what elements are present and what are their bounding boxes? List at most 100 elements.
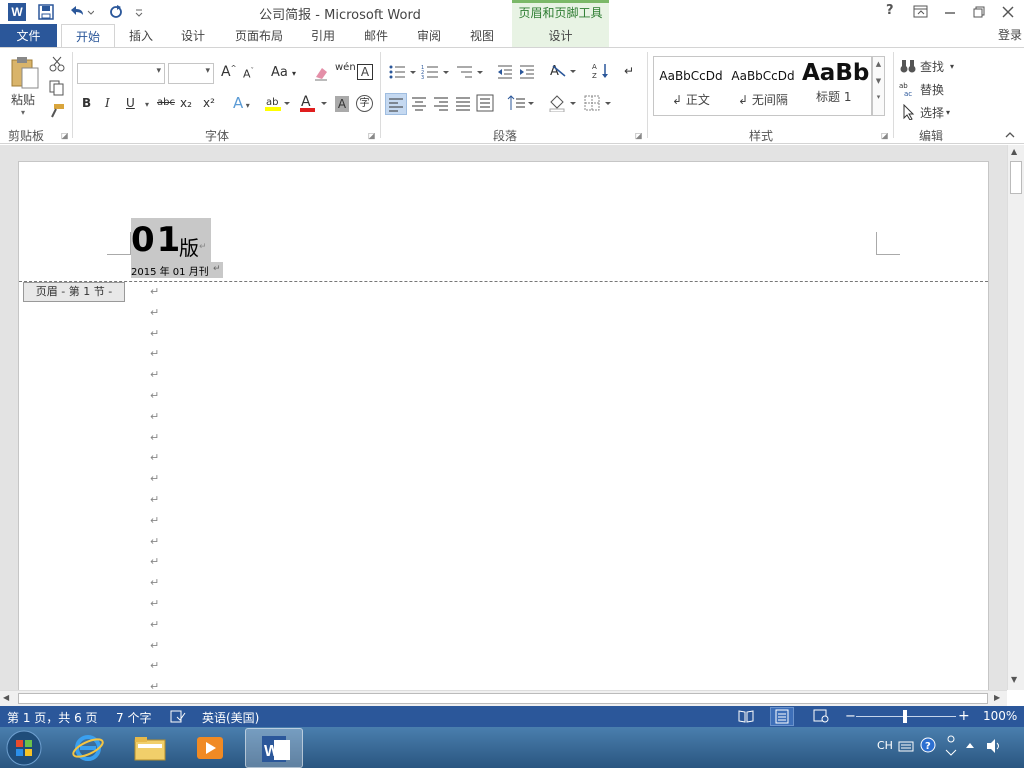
file-explorer-icon[interactable] — [132, 732, 168, 764]
clipboard-launcher-icon[interactable]: ◪ — [61, 131, 69, 140]
borders-icon[interactable] — [583, 94, 613, 112]
sign-in-link[interactable]: 登录 — [998, 26, 1022, 43]
tab-references[interactable]: 引用 — [300, 24, 346, 48]
chinese-layout-icon[interactable]: A — [550, 62, 578, 80]
sort-icon[interactable]: AZ — [592, 62, 610, 80]
scroll-up-icon[interactable]: ▲ — [1011, 147, 1017, 156]
align-center-icon[interactable] — [410, 94, 428, 112]
line-spacing-icon[interactable] — [507, 94, 535, 112]
underline-button[interactable]: U — [126, 96, 135, 110]
help-button[interactable]: ? — [886, 3, 894, 18]
close-icon[interactable] — [1001, 5, 1015, 19]
find-button[interactable]: 查找 ▾ — [899, 57, 965, 75]
header-date[interactable]: 2015 年 01 月刊 — [131, 263, 209, 278]
phonetic-guide-button[interactable]: wén — [335, 62, 356, 73]
word-count[interactable]: 7 个字 — [116, 709, 151, 726]
tab-view[interactable]: 视图 — [459, 24, 505, 48]
select-button[interactable]: 选择 ▾ — [899, 103, 965, 121]
font-size-combo[interactable]: ▾ — [168, 63, 214, 84]
paragraph-launcher-icon[interactable]: ◪ — [635, 131, 643, 140]
paste-label[interactable]: 粘贴 — [11, 91, 35, 108]
subscript-button[interactable]: x₂ — [180, 96, 192, 110]
print-layout-button[interactable] — [770, 707, 794, 726]
language-indicator[interactable]: 英语(美国) — [202, 709, 259, 726]
shading-icon[interactable] — [548, 94, 578, 112]
paste-dropdown-icon[interactable]: ▾ — [21, 108, 25, 117]
zoom-slider-thumb[interactable] — [903, 710, 907, 723]
tab-insert[interactable]: 插入 — [118, 24, 164, 48]
numbering-icon[interactable]: 123 — [421, 64, 451, 80]
increase-indent-icon[interactable] — [518, 64, 536, 80]
highlight-color-icon[interactable]: ab — [264, 94, 290, 112]
multilevel-list-icon[interactable] — [455, 64, 485, 80]
decrease-indent-icon[interactable] — [496, 64, 514, 80]
style-normal[interactable]: AaBbCcDd ↲ 正文 — [656, 57, 726, 115]
align-left-button[interactable] — [385, 93, 407, 115]
scroll-down-icon[interactable]: ▼ — [1011, 675, 1017, 684]
word-taskbar-button[interactable]: W — [245, 728, 303, 768]
superscript-button[interactable]: x² — [203, 96, 215, 110]
scroll-left-icon[interactable]: ◀ — [3, 693, 9, 702]
clear-formatting-icon[interactable] — [313, 65, 329, 81]
volume-icon[interactable] — [985, 738, 1003, 754]
align-right-icon[interactable] — [432, 94, 450, 112]
document-page[interactable]: 01 版 ↵ 2015 年 01 月刊 ↵ 页眉 - 第 1 节 - ↵ ↵ ↵ ↵ ↵… — [18, 161, 989, 690]
strikethrough-button[interactable]: abc — [157, 97, 175, 108]
read-mode-icon[interactable] — [738, 709, 754, 723]
proofing-icon[interactable] — [170, 710, 186, 723]
zoom-level[interactable]: 100% — [983, 709, 1017, 723]
styles-launcher-icon[interactable]: ◪ — [881, 131, 889, 140]
tab-mailings[interactable]: 邮件 — [353, 24, 399, 48]
styles-gallery[interactable]: AaBbCcDd ↲ 正文 AaBbCcDd ↲ 无间隔 AaBb 标题 1 — [653, 56, 872, 116]
tab-home[interactable]: 开始 — [61, 24, 115, 48]
keyboard-icon[interactable] — [898, 739, 914, 753]
ribbon-display-options-icon[interactable] — [913, 5, 929, 19]
replace-button[interactable]: ab ac 替换 — [899, 80, 959, 98]
text-effects-icon[interactable]: A ▾ — [233, 94, 250, 112]
help-tray-icon[interactable]: ? — [920, 737, 936, 753]
style-heading1[interactable]: AaBb 标题 1 — [802, 57, 871, 115]
font-name-combo[interactable]: ▾ — [77, 63, 165, 84]
internet-explorer-icon[interactable] — [70, 732, 106, 764]
minimize-icon[interactable] — [943, 5, 957, 19]
show-hidden-icons[interactable] — [964, 740, 976, 752]
zoom-out-button[interactable]: − — [845, 709, 856, 724]
restore-icon[interactable] — [972, 5, 986, 19]
vertical-scrollbar[interactable]: ▲ ▼ — [1007, 145, 1024, 690]
scroll-thumb[interactable] — [1010, 161, 1022, 194]
justify-icon[interactable] — [454, 94, 472, 112]
bullets-icon[interactable] — [388, 64, 418, 80]
format-painter-icon[interactable] — [48, 103, 66, 119]
horizontal-scrollbar[interactable]: ◀ ▶ — [0, 690, 1007, 706]
bold-button[interactable]: B — [82, 96, 91, 110]
italic-button[interactable]: I — [105, 96, 110, 110]
page-count[interactable]: 第 1 页，共 6 页 — [7, 709, 98, 726]
tab-review[interactable]: 审阅 — [406, 24, 452, 48]
zoom-in-button[interactable]: + — [958, 708, 970, 724]
style-no-spacing[interactable]: AaBbCcDd ↲ 无间隔 — [727, 57, 799, 115]
underline-dropdown-icon[interactable]: ▾ — [145, 100, 149, 109]
scroll-right-icon[interactable]: ▶ — [994, 693, 1000, 702]
font-color-icon[interactable]: A — [299, 94, 329, 112]
shrink-font-button[interactable]: Aˇ — [243, 67, 254, 81]
tab-page-layout[interactable]: 页面布局 — [224, 24, 294, 48]
paste-icon[interactable] — [8, 56, 40, 90]
hscroll-thumb[interactable] — [18, 693, 988, 704]
change-case-button[interactable]: Aa ▾ — [271, 65, 296, 80]
character-border-icon[interactable]: A — [357, 64, 373, 80]
header-edition-number[interactable]: 01 — [131, 218, 182, 262]
copy-icon[interactable] — [48, 80, 66, 96]
font-launcher-icon[interactable]: ◪ — [368, 131, 376, 140]
web-layout-icon[interactable] — [813, 709, 829, 723]
enclose-characters-icon[interactable]: 字 — [356, 95, 373, 112]
cut-icon[interactable] — [48, 56, 66, 72]
tab-header-footer-design[interactable]: 设计 — [512, 24, 609, 48]
character-shading-icon[interactable]: A — [335, 96, 349, 112]
input-language[interactable]: CH — [877, 739, 893, 752]
tab-file[interactable]: 文件 — [0, 24, 57, 48]
tray-settings-icon[interactable] — [944, 734, 958, 758]
show-marks-icon[interactable]: ↵ — [624, 64, 634, 78]
styles-gallery-scroll[interactable]: ▲ ▼ ▾ — [872, 56, 885, 116]
distributed-icon[interactable] — [476, 94, 494, 112]
media-player-icon[interactable] — [192, 732, 228, 764]
